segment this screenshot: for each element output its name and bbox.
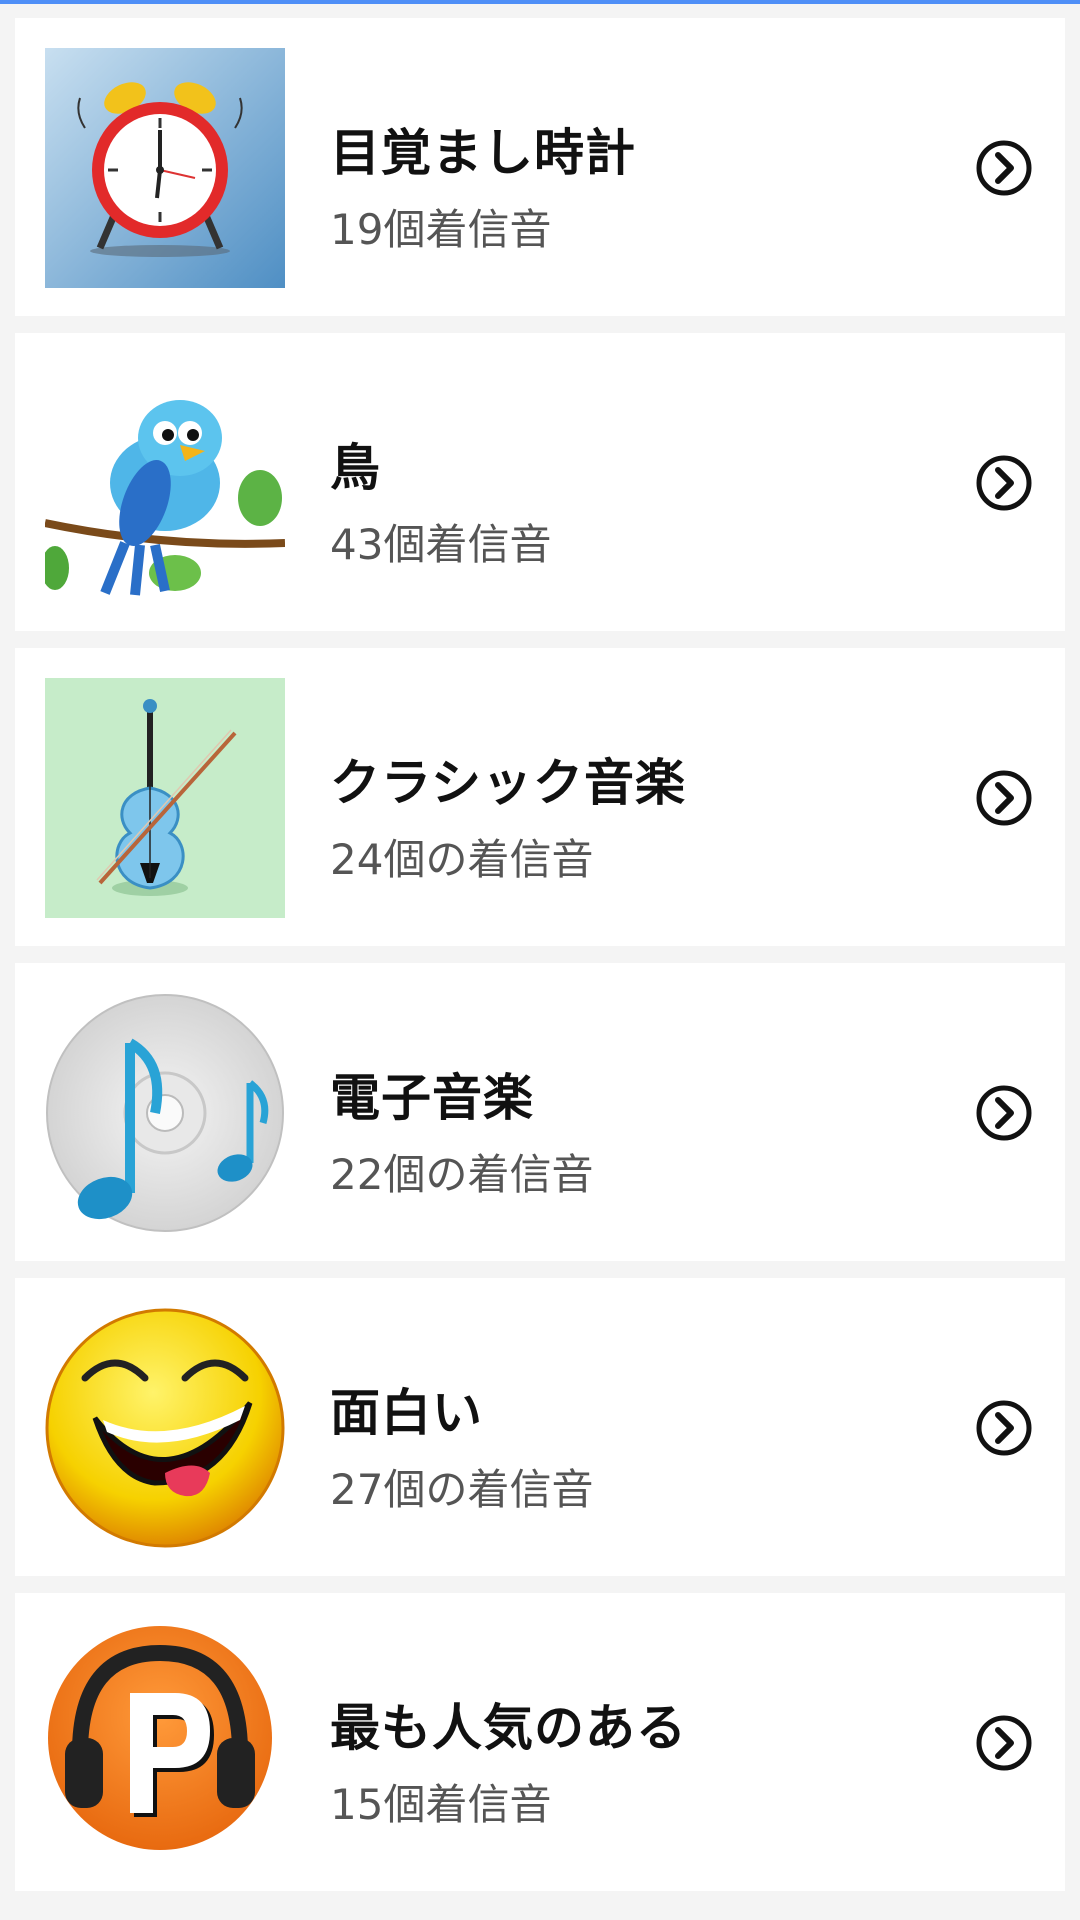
category-row-popular[interactable]: 最も人気のある 15個着信音 xyxy=(15,1593,1065,1891)
category-title: 鳥 xyxy=(330,439,381,497)
category-row-bird[interactable]: 鳥 43個着信音 xyxy=(15,333,1065,631)
music-disc-icon xyxy=(45,993,285,1233)
category-title: 目覚まし時計 xyxy=(330,124,636,182)
laughing-face-icon xyxy=(45,1308,285,1548)
chevron-right-icon[interactable] xyxy=(975,1399,1033,1457)
headphones-p-icon xyxy=(45,1623,285,1863)
category-title: クラシック音楽 xyxy=(330,754,686,812)
chevron-right-icon[interactable] xyxy=(975,769,1033,827)
ringtone-count: 43個着信音 xyxy=(330,520,552,569)
ringtone-count: 27個の着信音 xyxy=(330,1465,594,1514)
ringtone-count: 24個の着信音 xyxy=(330,835,594,884)
chevron-right-icon[interactable] xyxy=(975,1714,1033,1772)
top-accent-strip xyxy=(0,0,1080,4)
alarm-clock-icon xyxy=(45,48,285,288)
chevron-right-icon[interactable] xyxy=(975,139,1033,197)
bird-icon xyxy=(45,363,285,603)
ringtone-count: 15個着信音 xyxy=(330,1780,552,1829)
chevron-right-icon[interactable] xyxy=(975,1084,1033,1142)
ringtone-count: 19個着信音 xyxy=(330,205,552,254)
category-title: 最も人気のある xyxy=(330,1699,687,1757)
category-title: 面白い xyxy=(330,1384,483,1442)
category-row-alarm[interactable]: 目覚まし時計 19個着信音 xyxy=(15,18,1065,316)
violin-icon xyxy=(45,678,285,918)
category-title: 電子音楽 xyxy=(330,1069,534,1127)
ringtone-count: 22個の着信音 xyxy=(330,1150,594,1199)
category-row-classical[interactable]: クラシック音楽 24個の着信音 xyxy=(15,648,1065,946)
category-row-funny[interactable]: 面白い 27個の着信音 xyxy=(15,1278,1065,1576)
category-row-electronic[interactable]: 電子音楽 22個の着信音 xyxy=(15,963,1065,1261)
chevron-right-icon[interactable] xyxy=(975,454,1033,512)
